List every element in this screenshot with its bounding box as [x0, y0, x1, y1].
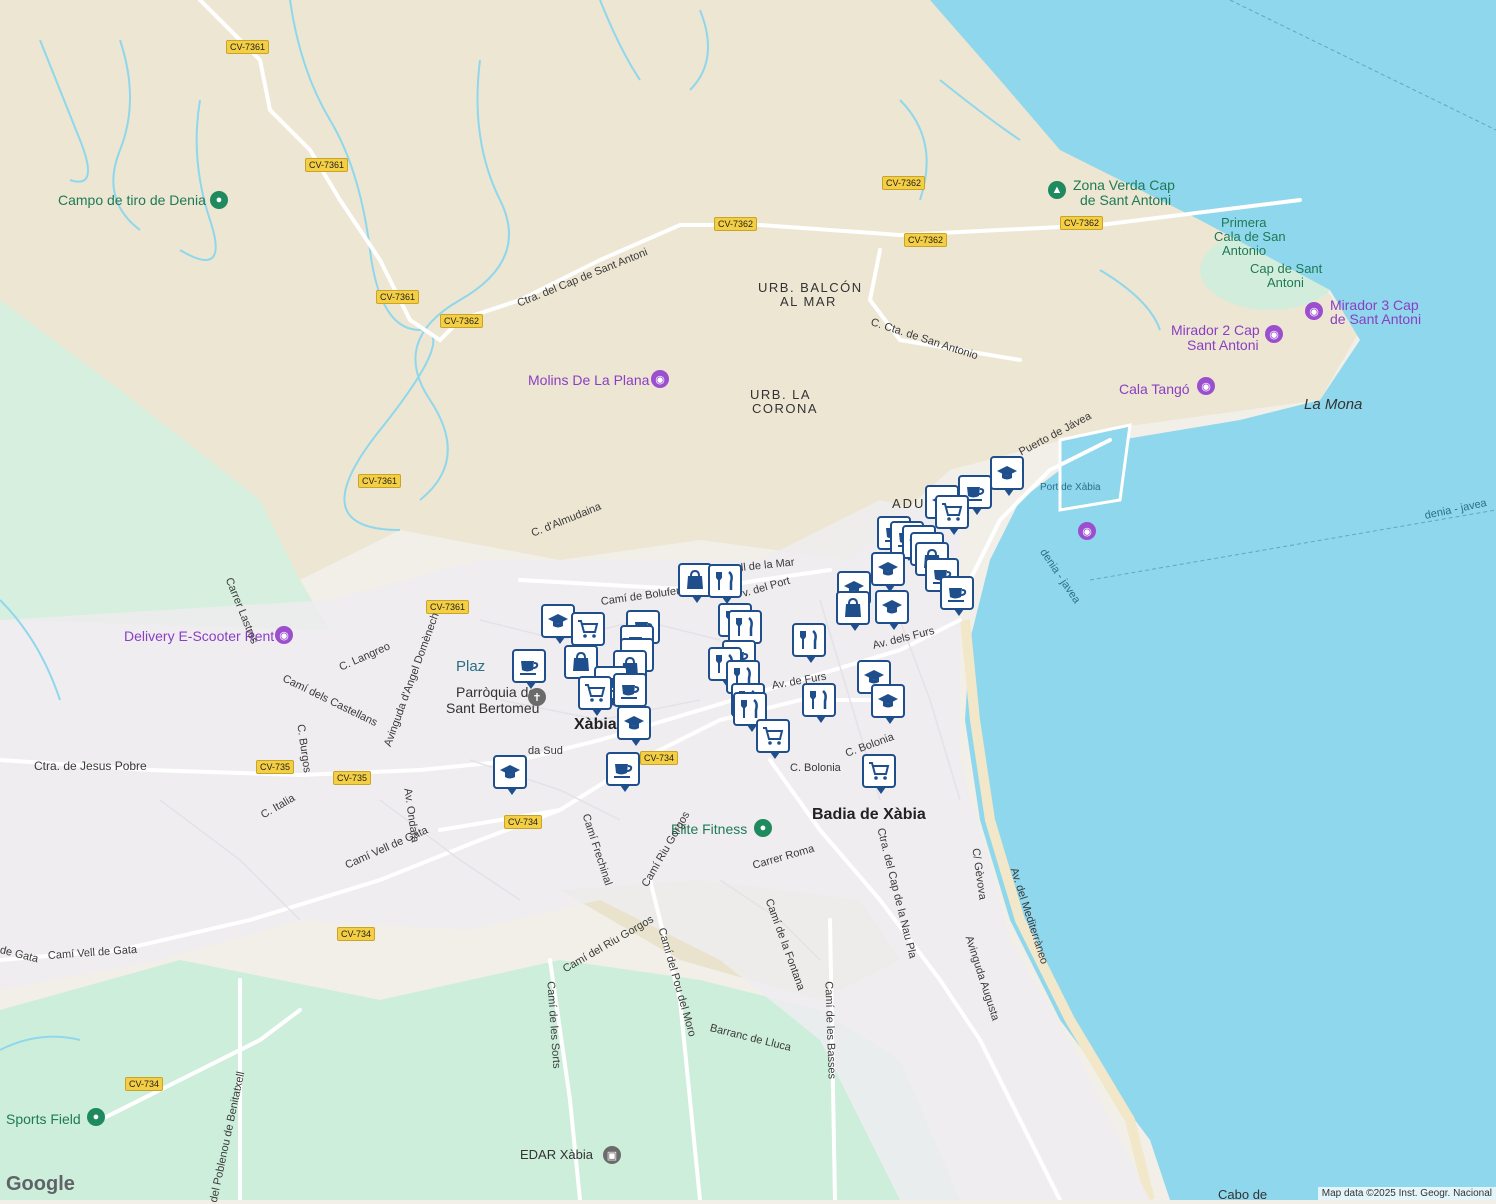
place-label-plaza: Plaz	[456, 658, 486, 675]
school-marker-icon[interactable]	[617, 706, 651, 746]
camera-icon[interactable]: ◉	[651, 370, 669, 388]
camera-icon[interactable]: ◉	[1265, 325, 1283, 343]
place-label-molins[interactable]: Molins De La Plana	[528, 372, 649, 388]
camera-icon[interactable]: ◉	[1197, 377, 1215, 395]
cart-marker-icon[interactable]	[935, 495, 969, 535]
road-shield: CV-7361	[226, 40, 270, 54]
place-label-urb-corona-2: CORONA	[752, 401, 819, 416]
road-shield: CV-7362	[882, 176, 926, 190]
cart-marker-icon[interactable]	[578, 676, 612, 716]
cafe-marker-icon[interactable]	[512, 649, 546, 689]
school-marker-icon[interactable]	[871, 552, 905, 592]
street-label: da Sud	[528, 745, 563, 757]
park-icon[interactable]: ●	[210, 191, 228, 209]
road-shield: CV-734	[337, 927, 376, 941]
food-marker-icon[interactable]	[792, 623, 826, 663]
place-label-campo-tiro[interactable]: Campo de tiro de Denia	[58, 192, 206, 208]
bag-marker-icon[interactable]	[564, 645, 598, 685]
place-label-cabo: Cabo de	[1218, 1187, 1268, 1202]
bag-marker-icon[interactable]	[678, 563, 712, 603]
school-marker-icon[interactable]	[990, 456, 1024, 496]
camera-icon[interactable]: ◉	[1305, 302, 1323, 320]
bag-marker-icon[interactable]	[836, 591, 870, 631]
road-shield: CV-7361	[305, 158, 349, 172]
place-label-mirador3-2: de Sant Antoni	[1330, 311, 1422, 327]
camera-icon[interactable]: ◉	[1078, 522, 1096, 540]
road-shield: CV-7362	[714, 217, 758, 231]
place-label-urb-balcon-2: AL MAR	[780, 294, 837, 309]
place-label-cap-sant-antoni-2: Antoni	[1267, 275, 1304, 290]
place-label-zona-verda-2: de Sant Antoni	[1080, 192, 1172, 208]
map-canvas[interactable]: CV-7361 CV-7361 CV-7361 CV-7361 CV-7361 …	[0, 0, 1496, 1204]
road-shield: CV-7361	[376, 290, 420, 304]
road-shield: CV-734	[640, 751, 679, 765]
food-marker-icon[interactable]	[708, 564, 742, 604]
cart-marker-icon[interactable]	[756, 719, 790, 759]
road-shield: CV-7362	[440, 314, 484, 328]
place-label-parroquia-2: Sant Bertomeu	[446, 700, 540, 716]
school-marker-icon[interactable]	[493, 755, 527, 795]
road-shield: CV-735	[256, 760, 295, 774]
place-label-zona-verda[interactable]: Zona Verda Cap	[1073, 177, 1175, 193]
road-shield: CV-735	[333, 771, 372, 785]
map-base	[0, 0, 1496, 1200]
place-label-port: Port de Xàbia	[1040, 482, 1101, 493]
google-logo[interactable]: Google	[6, 1173, 75, 1196]
place-label-primera-cala-3: Antonio	[1222, 243, 1267, 258]
place-label-edar[interactable]: EDAR Xàbia	[520, 1147, 593, 1163]
road-shield: CV-7362	[1060, 216, 1104, 230]
road-shield: CV-734	[125, 1077, 164, 1091]
place-label-cala-tango[interactable]: Cala Tangó	[1119, 381, 1190, 397]
cafe-marker-icon[interactable]	[606, 752, 640, 792]
street-label: C. Bolonia	[790, 762, 841, 774]
place-label-adu: ADU	[892, 496, 926, 511]
place-label-mirador2[interactable]: Mirador 2 Cap	[1171, 322, 1260, 338]
road-shield: CV-7361	[358, 474, 402, 488]
food-marker-icon[interactable]	[802, 683, 836, 723]
place-label-badia[interactable]: Badia de Xàbia	[812, 806, 926, 824]
fitness-icon[interactable]: ●	[754, 819, 772, 837]
building-icon[interactable]: ▣	[603, 1146, 621, 1164]
cafe-marker-icon[interactable]	[940, 576, 974, 616]
place-label-xabia[interactable]: Xàbia	[574, 716, 617, 734]
place-label-la-mona: La Mona	[1304, 396, 1363, 413]
food-marker-icon[interactable]	[728, 610, 762, 650]
church-icon[interactable]: ✝	[528, 688, 546, 706]
map-attribution[interactable]: Map data ©2025 Inst. Geogr. Nacional	[1317, 1187, 1496, 1200]
street-label: Ctra. de Jesus Pobre	[34, 759, 147, 773]
place-label-mirador2-2: Sant Antoni	[1187, 337, 1259, 353]
cafe-marker-icon[interactable]	[613, 673, 647, 713]
school-marker-icon[interactable]	[875, 590, 909, 630]
sports-icon[interactable]: ●	[87, 1108, 105, 1126]
school-marker-icon[interactable]	[871, 684, 905, 724]
cart-marker-icon[interactable]	[862, 754, 896, 794]
cart-marker-icon[interactable]	[571, 612, 605, 652]
camera-icon[interactable]: ◉	[275, 626, 293, 644]
place-label-parroquia[interactable]: Parròquia de	[456, 684, 536, 700]
tree-icon[interactable]: ▲	[1048, 181, 1066, 199]
road-shield: CV-734	[504, 815, 543, 829]
place-label-sports-field[interactable]: Sports Field	[6, 1111, 81, 1127]
school-marker-icon[interactable]	[541, 604, 575, 644]
road-shield: CV-7362	[904, 233, 948, 247]
